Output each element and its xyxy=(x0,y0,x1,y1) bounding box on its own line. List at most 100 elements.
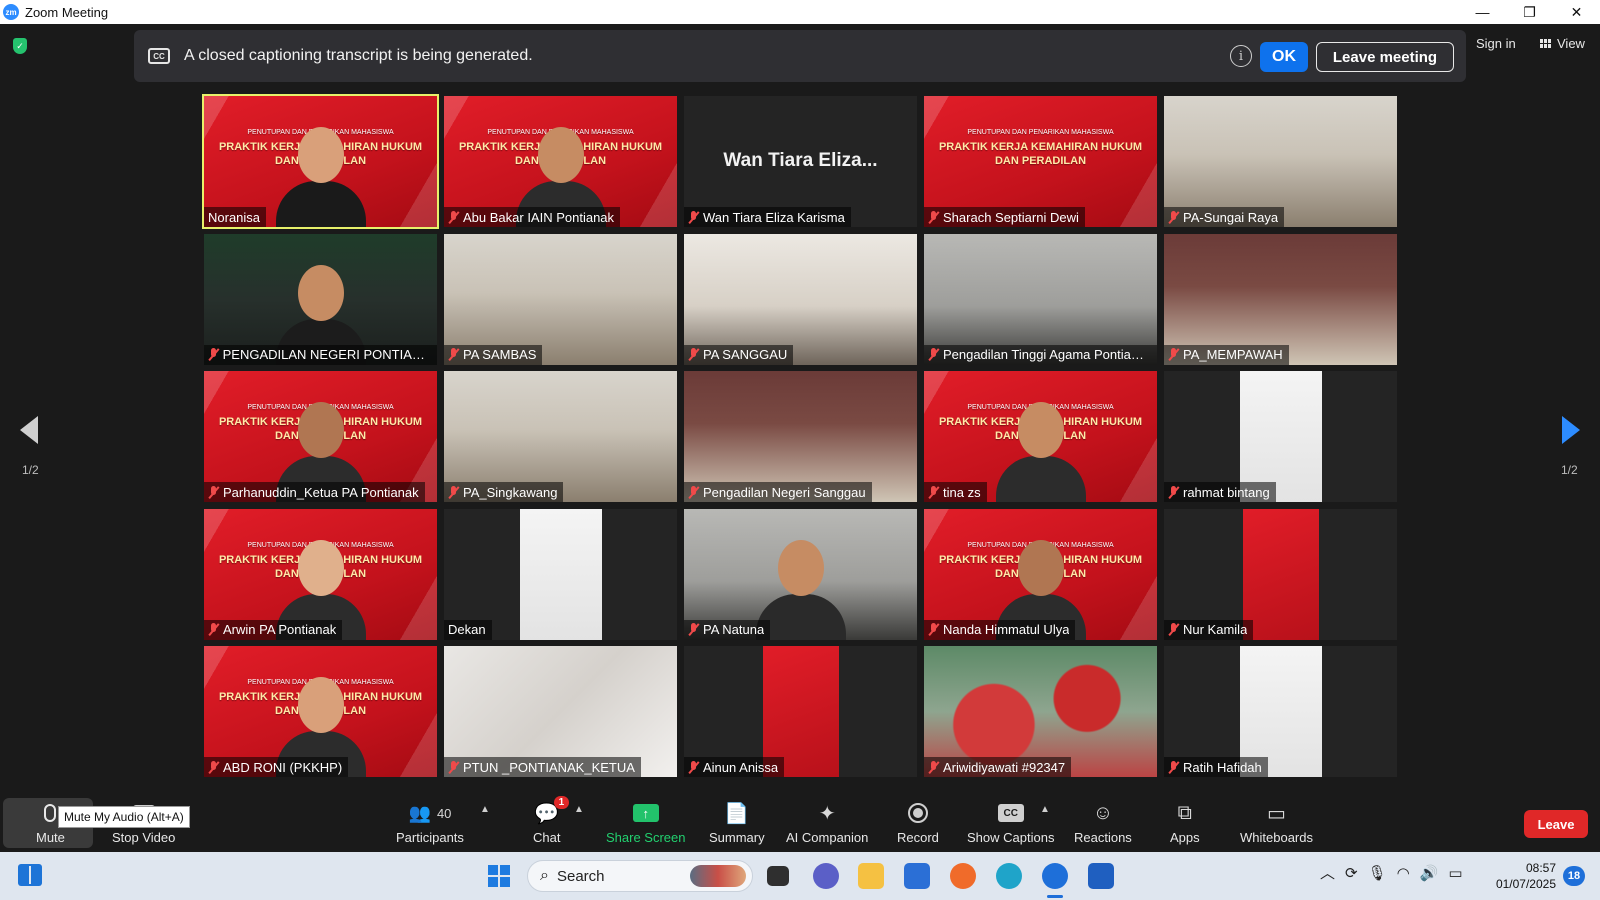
sign-in-link[interactable]: Sign in xyxy=(1476,36,1516,51)
video-tile[interactable]: PA Natuna xyxy=(684,508,917,640)
edge-browser-icon[interactable] xyxy=(996,863,1022,889)
video-tile[interactable]: PA SANGGAU xyxy=(684,233,917,365)
video-tile[interactable]: PTUN _PONTIANAK_KETUA xyxy=(444,646,677,777)
summary-button[interactable]: 📄 Summary xyxy=(709,800,765,846)
closed-caption-message: A closed captioning transcript is being … xyxy=(184,47,533,64)
microphone-tray-icon[interactable]: 🎙 xyxy=(1368,864,1387,882)
whiteboards-button[interactable]: ▭ Whiteboards xyxy=(1240,800,1313,846)
participant-name: PA-Sungai Raya xyxy=(1183,209,1279,225)
tray-overflow-chevron-icon[interactable]: ︿ xyxy=(1320,862,1335,883)
video-tile[interactable]: PENUTUPAN DAN PENARIKAN MAHASISWAPRAKTIK… xyxy=(924,96,1157,227)
file-explorer-icon[interactable] xyxy=(858,863,884,889)
taskbar-search[interactable]: ⌕ Search xyxy=(527,860,753,892)
video-tile[interactable]: Pengadilan Tinggi Agama Pontianak xyxy=(924,233,1157,365)
reactions-button[interactable]: ☺ Reactions xyxy=(1074,800,1132,846)
whiteboard-icon: ▭ xyxy=(1267,802,1286,825)
microsoft-store-icon[interactable] xyxy=(904,863,930,889)
captions-caret-icon[interactable]: ▲ xyxy=(1040,804,1050,815)
previous-page-arrow-icon[interactable] xyxy=(20,416,38,444)
wifi-icon[interactable]: ◠ xyxy=(1397,864,1410,882)
meeting-area: ✓ CC A closed captioning transcript is b… xyxy=(0,24,1600,852)
reactions-icon: ☺ xyxy=(1092,801,1114,824)
close-button[interactable]: ✕ xyxy=(1553,0,1600,24)
video-tile[interactable]: rahmat bintang xyxy=(1164,371,1397,502)
participant-label: Ainun Anissa xyxy=(684,757,785,777)
taskbar-clock[interactable]: 08:57 01/07/2025 xyxy=(1494,860,1556,892)
participant-label: Sharach Septiarni Dewi xyxy=(924,207,1085,227)
participant-label: PA-Sungai Raya xyxy=(1164,207,1285,227)
video-gallery: PENUTUPAN DAN PENARIKAN MAHASISWA PRAKTIK… xyxy=(202,94,1399,777)
share-screen-button[interactable]: ↑ Share Screen xyxy=(606,800,686,845)
record-icon xyxy=(907,803,928,823)
grid-view-icon xyxy=(1540,38,1552,49)
event-banner-text: PENUTUPAN DAN PENARIKAN MAHASISWA PRAKTIK… xyxy=(924,126,1157,168)
video-tile[interactable]: PENUTUPAN DAN PENARIKAN MAHASISWAPRAKTIK… xyxy=(924,371,1157,502)
participant-label: Parhanuddin_Ketua PA Pontianak xyxy=(204,482,425,502)
video-tile[interactable]: PA_Singkawang xyxy=(444,371,677,502)
sync-icon[interactable]: ⟳ xyxy=(1345,864,1358,882)
summary-label: Summary xyxy=(709,830,765,845)
meet-chat-icon[interactable] xyxy=(813,863,839,889)
record-button[interactable]: Record xyxy=(897,800,939,845)
muted-mic-icon xyxy=(448,485,459,499)
task-view-icon[interactable] xyxy=(767,866,789,886)
clock-time: 08:57 xyxy=(1525,861,1556,875)
video-tile[interactable]: Ainun Anissa xyxy=(684,646,917,777)
muted-mic-icon xyxy=(688,623,699,636)
windows-start-icon[interactable] xyxy=(488,865,510,887)
participant-label: rahmat bintang xyxy=(1164,482,1276,502)
video-tile[interactable]: PENUTUPAN DAN PENARIKAN MAHASISWAPRAKTIK… xyxy=(204,646,437,777)
volume-icon[interactable]: 🔊 xyxy=(1420,864,1439,882)
participants-caret-icon[interactable]: ▲ xyxy=(480,804,490,815)
participant-name: Parhanuddin_Ketua PA Pontianak xyxy=(223,484,419,500)
video-tile[interactable]: Nur Kamila xyxy=(1164,508,1397,640)
participant-name: Dekan xyxy=(448,622,486,637)
word-icon[interactable] xyxy=(1088,863,1114,889)
video-tile[interactable]: PENUTUPAN DAN PENARIKAN MAHASISWAPRAKTIK… xyxy=(202,94,439,229)
ai-companion-button[interactable]: ✦ AI Companion xyxy=(786,800,868,846)
firefox-icon[interactable] xyxy=(950,863,976,889)
participant-name: Arwin PA Pontianak xyxy=(223,622,337,637)
minimize-button[interactable]: — xyxy=(1459,0,1506,24)
chat-caret-icon[interactable]: ▲ xyxy=(574,804,584,815)
video-tile[interactable]: PENGADILAN NEGERI PONTIANAK xyxy=(204,233,437,365)
video-tile[interactable]: PA SAMBAS xyxy=(444,233,677,365)
muted-mic-icon xyxy=(208,485,219,499)
encryption-shield-icon[interactable]: ✓ xyxy=(13,38,27,54)
video-tile[interactable]: Ratih Hafidah xyxy=(1164,646,1397,777)
participant-label: Arwin PA Pontianak xyxy=(204,619,343,640)
view-button[interactable]: View xyxy=(1540,36,1585,51)
video-tile[interactable]: Pengadilan Negeri Sanggau xyxy=(684,371,917,502)
battery-icon[interactable]: ▭ xyxy=(1448,864,1462,882)
participant-label: Pengadilan Tinggi Agama Pontianak xyxy=(924,344,1157,365)
restore-button[interactable]: ❐ xyxy=(1506,0,1553,24)
chat-button[interactable]: 💬 1 Chat xyxy=(533,796,570,845)
show-captions-label: Show Captions xyxy=(967,830,1055,845)
video-tile[interactable]: Ariwidiyawati #92347 xyxy=(924,646,1157,777)
video-tile[interactable]: PENUTUPAN DAN PENARIKAN MAHASISWAPRAKTIK… xyxy=(444,96,677,227)
leave-meeting-button[interactable]: Leave meeting xyxy=(1316,42,1454,72)
window-controls: — ❐ ✕ xyxy=(1459,0,1600,24)
ok-button[interactable]: OK xyxy=(1260,42,1308,72)
participant-label: Wan Tiara Eliza Karisma xyxy=(684,207,851,227)
widgets-icon[interactable] xyxy=(18,864,42,886)
video-tile[interactable]: Dekan xyxy=(444,508,677,640)
video-tile[interactable]: PENUTUPAN DAN PENARIKAN MAHASISWAPRAKTIK… xyxy=(204,371,437,502)
apps-button[interactable]: ⧉ Apps xyxy=(1170,800,1200,846)
participant-label: Nanda Himmatul Ulya xyxy=(924,619,1076,640)
video-tile[interactable]: PENUTUPAN DAN PENARIKAN MAHASISWAPRAKTIK… xyxy=(924,508,1157,640)
info-icon[interactable]: i xyxy=(1230,45,1252,67)
participant-name: Nur Kamila xyxy=(1183,622,1248,637)
video-tile[interactable]: PA_MEMPAWAH xyxy=(1164,233,1397,365)
participant-label: PA SANGGAU xyxy=(684,344,794,365)
notification-badge[interactable]: 18 xyxy=(1563,866,1585,886)
search-highlight-image xyxy=(690,865,746,887)
leave-button[interactable]: Leave xyxy=(1524,810,1588,838)
video-tile[interactable]: PA-Sungai Raya xyxy=(1164,96,1397,227)
muted-mic-icon xyxy=(928,348,939,361)
zoom-taskbar-icon[interactable] xyxy=(1042,863,1068,889)
video-tile[interactable]: PENUTUPAN DAN PENARIKAN MAHASISWAPRAKTIK… xyxy=(204,508,437,640)
participants-button[interactable]: 👥 40 Participants xyxy=(396,800,464,846)
next-page-arrow-icon[interactable] xyxy=(1562,416,1580,444)
video-tile[interactable]: Wan Tiara Eliza... Wan Tiara Eliza Karism… xyxy=(684,96,917,227)
